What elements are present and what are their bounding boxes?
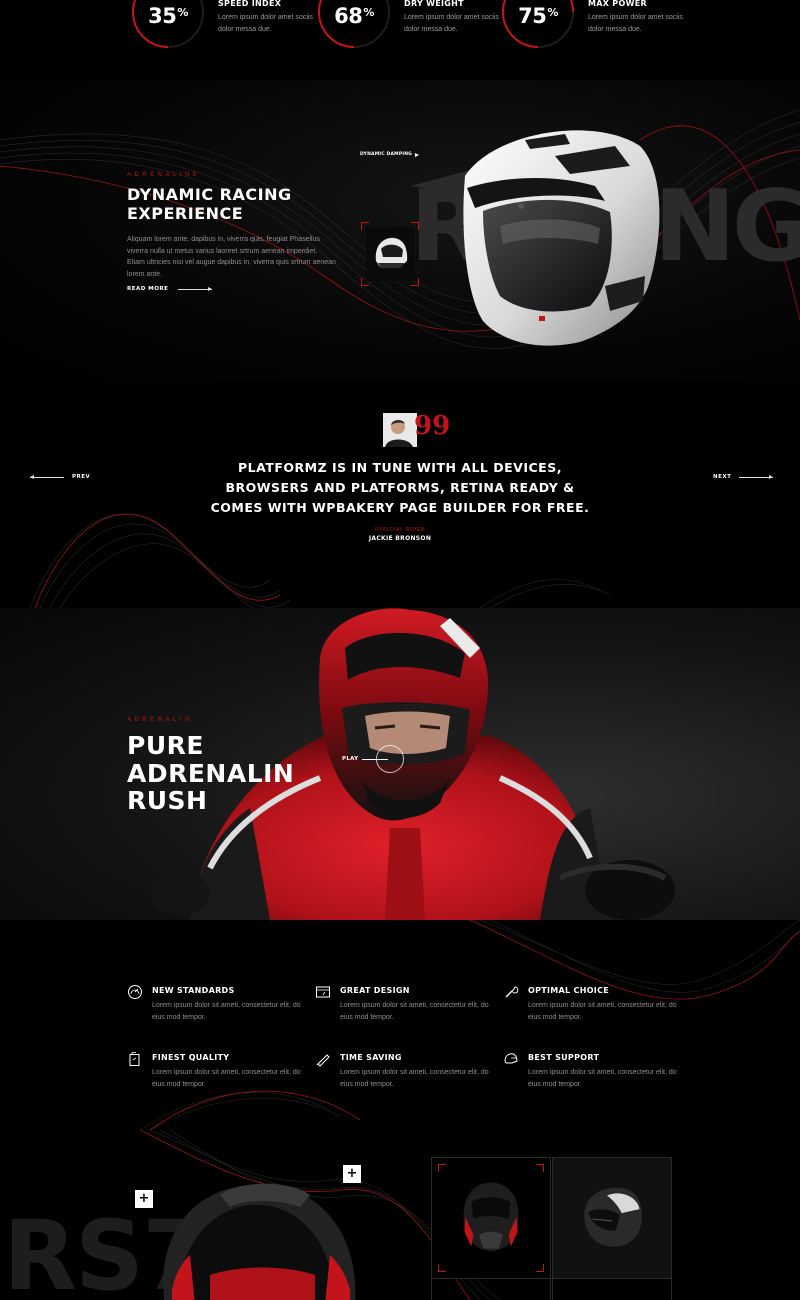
feature-item: FINEST QUALITY Lorem ipsum dolor sit ame…	[127, 1052, 302, 1101]
read-more-link[interactable]: READ MORE	[127, 286, 213, 292]
prev-button[interactable]: PREV	[30, 474, 90, 480]
feature-description: Lorem ipsum dolor sit ameti, consectetur…	[340, 1069, 489, 1088]
quote-icon: 99	[414, 411, 451, 441]
feature-title: GREAT DESIGN	[340, 986, 410, 995]
testimonial-quote: PLATFORMZ IS IN TUNE WITH ALL DEVICES, B…	[210, 460, 590, 515]
fuel-can-icon	[129, 1052, 140, 1066]
feature-section: RACING ADRENALINE DYNAMIC RACING EXPERIE…	[0, 80, 800, 380]
product-thumbnail[interactable]	[552, 1157, 672, 1279]
prev-label: PREV	[72, 474, 91, 480]
feature-description: Lorem ipsum dolor sit ameti, consectetur…	[152, 1069, 301, 1088]
feature-title: NEW STANDARDS	[152, 986, 235, 995]
feature-title: FINEST QUALITY	[152, 1053, 230, 1062]
stat-value: 35%	[148, 4, 188, 28]
feature-item: NEW STANDARDS Lorem ipsum dolor sit amet…	[127, 985, 302, 1034]
add-hotspot-button[interactable]: +	[343, 1165, 361, 1183]
stat-title: MAX POWER	[588, 0, 647, 8]
feature-item: GREAT DESIGN Lorem ipsum dolor sit ameti…	[315, 986, 490, 1034]
full-face-helmet-image	[163, 1183, 356, 1300]
section-title: DYNAMIC RACING EXPERIENCE	[127, 185, 292, 223]
stat-description: Lorem ipsum dolor amet sociis dolor mess…	[218, 14, 313, 33]
stat-title: SPEED INDEX	[218, 0, 282, 8]
add-hotspot-button[interactable]: +	[135, 1190, 153, 1208]
feature-item: BEST SUPPORT Lorem ipsum dolor sit ameti…	[503, 1053, 678, 1101]
stat-description: Lorem ipsum dolor amet sociis dolor mess…	[404, 14, 499, 33]
stats-section: 35% SPEED INDEX Lorem ipsum dolor amet s…	[0, 0, 800, 80]
feature-item: OPTIMAL CHOICE Lorem ipsum dolor sit ame…	[503, 986, 678, 1034]
arrow-left-icon	[30, 474, 64, 479]
testimonial-section: 99 PLATFORMZ IS IN TUNE WITH ALL DEVICES…	[0, 380, 800, 608]
dashboard-icon	[316, 986, 330, 998]
feature-description: Lorem ipsum dolor sit ameti, consectetur…	[340, 1002, 489, 1021]
stat-description: Lorem ipsum dolor amet sociis dolor mess…	[588, 14, 683, 33]
feature-item: TIME SAVING Lorem ipsum dolor sit ameti,…	[315, 1053, 490, 1101]
next-button[interactable]: NEXT	[713, 474, 774, 480]
feature-title: TIME SAVING	[340, 1053, 402, 1062]
pen-icon	[316, 1054, 330, 1067]
product-thumbnail[interactable]	[431, 1278, 551, 1300]
adrenalin-section: ADRENALIN PURE ADRENALIN RUSH PLAY	[0, 608, 800, 920]
helmet-front-image	[463, 1182, 519, 1252]
author-name: JACKIE BRONSON	[368, 535, 432, 542]
read-more-label: READ MORE	[127, 286, 169, 292]
stat-dry-weight: 68% DRY WEIGHT Lorem ipsum dolor amet so…	[316, 0, 499, 52]
stat-value: 68%	[334, 4, 374, 28]
feature-description: Lorem ipsum dolor sit ameti, consectetur…	[528, 1069, 677, 1088]
helmet-icon	[504, 1053, 518, 1064]
stat-title: DRY WEIGHT	[404, 0, 464, 8]
stat-max-power: 75% MAX POWER Lorem ipsum dolor amet soc…	[500, 0, 683, 52]
play-circle-icon	[376, 745, 405, 773]
feature-title: OPTIMAL CHOICE	[528, 986, 610, 995]
section-eyebrow: ADRENALINE	[127, 172, 201, 178]
arrow-right-icon	[178, 286, 213, 291]
hero-title-line: ADRENALIN	[127, 758, 295, 788]
feature-title: BEST SUPPORT	[528, 1053, 600, 1062]
product-thumbnail[interactable]	[431, 1157, 551, 1279]
hero-title-line: PURE	[127, 731, 204, 760]
speedometer-icon	[128, 985, 142, 999]
products-section: RS789 + +	[0, 1130, 800, 1300]
wrench-icon	[505, 986, 519, 998]
hero-title-line: RUSH	[127, 786, 208, 815]
play-video-button[interactable]: PLAY	[342, 745, 405, 773]
author-role: OFFICIAL RIDER	[374, 527, 426, 533]
product-thumbnail[interactable]	[552, 1278, 672, 1300]
features-section: NEW STANDARDS Lorem ipsum dolor sit amet…	[0, 920, 800, 1130]
stat-speed-index: 35% SPEED INDEX Lorem ipsum dolor amet s…	[130, 0, 313, 52]
hero-title: PURE ADRENALIN RUSH	[127, 732, 327, 815]
arrow-right-icon	[739, 474, 774, 479]
play-label: PLAY	[342, 756, 359, 762]
adventure-helmet-image	[410, 130, 660, 346]
author-avatar	[383, 413, 417, 447]
section-body: Aliquam lorem ante, dapibus in, viverra …	[127, 236, 336, 278]
feature-description: Lorem ipsum dolor sit ameti, consectetur…	[528, 1002, 677, 1021]
helmet-side-image	[584, 1187, 642, 1247]
stat-value: 75%	[518, 4, 558, 28]
section-eyebrow: ADRENALIN	[127, 717, 193, 723]
feature-description: Lorem ipsum dolor sit ameti, consectetur…	[152, 1002, 301, 1021]
next-label: NEXT	[713, 474, 732, 480]
